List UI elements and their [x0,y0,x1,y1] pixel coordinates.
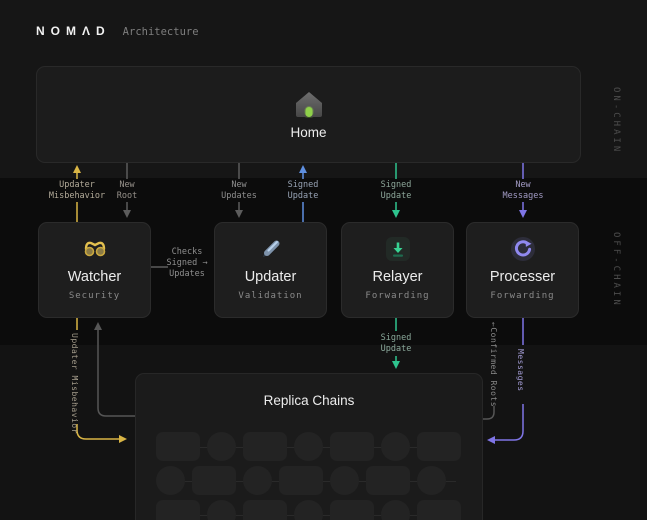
chain-node-square [366,466,410,495]
processer-subtitle: Forwarding [490,291,555,301]
label-checks-signed-updates: Checks Signed → Updates [166,247,208,279]
label-messages-vertical: Messages [516,349,525,392]
replica-row [156,466,462,495]
processer-box: Processer Forwarding [466,222,579,318]
replica-chains-title: Replica Chains [263,393,355,408]
chain-node-circle [381,500,410,520]
chain-node-square [243,432,287,461]
chain-node-square [156,432,200,461]
watcher-subtitle: Security [68,291,121,301]
updater-box: Updater Validation [214,222,327,318]
download-icon [385,237,410,261]
chain-node-circle [330,466,359,495]
label-signed-update-up: Signed Update [287,180,319,201]
chain-node-circle [381,432,410,461]
home-title: Home [290,125,327,140]
on-chain-rail-label: ON-CHAIN [611,87,621,155]
chain-node-circle [207,432,236,461]
label-new-root: New Root [116,180,138,201]
processer-title: Processer [489,269,556,285]
relayer-box: Relayer Forwarding [341,222,454,318]
chain-node-square [279,466,323,495]
brand-logo: NOMΛD [36,24,111,38]
chain-node-square [156,500,200,520]
line-confirmed-roots [483,406,495,420]
updater-subtitle: Validation [238,291,303,301]
chain-node-square [192,466,236,495]
refresh-icon [510,237,535,261]
relayer-subtitle: Forwarding [365,291,430,301]
chain-node-circle [207,500,236,520]
label-signed-update-down: Signed Update [380,180,412,201]
replica-chains-box: Replica Chains [135,373,483,520]
label-new-updates: New Updates [221,180,257,201]
label-confirmed-roots-vertical: ←Confirmed Roots [489,322,498,408]
label-new-messages: New Messages [502,180,544,201]
watcher-title: Watcher [67,269,122,285]
chain-node-circle [294,432,323,461]
chain-node-circle [243,466,272,495]
pen-icon [262,240,279,257]
chain-node-circle [294,500,323,520]
page-title: Architecture [122,26,199,38]
replica-row [156,500,462,520]
replica-grid [156,432,462,520]
chain-node-circle [156,466,185,495]
replica-row [156,432,462,461]
updater-title: Updater [244,269,297,285]
off-chain-rail-label: OFF-CHAIN [611,232,621,308]
header: NOMΛD Architecture [36,24,199,38]
home-icon [295,92,322,118]
chain-node-square [417,432,461,461]
glasses-icon [84,241,105,257]
nomad-architecture-page: NOMΛD Architecture ON-CHAIN OFF-CHAIN Ho… [0,0,647,520]
arrow-replica-to-watcher [94,322,135,417]
chain-node-square [243,500,287,520]
chain-node-square [330,500,374,520]
watcher-box: Watcher Security [38,222,151,318]
chain-node-circle [417,466,446,495]
label-updater-misbehavior: Updater Misbehavior [48,180,106,201]
chain-node-square [417,500,461,520]
label-updater-misbehavior-vertical: Updater Misbehavior [70,333,79,435]
arrow-updater-misbehavior-to-replica [76,318,127,443]
label-signed-update-bottom: Signed Update [380,333,412,354]
home-box: Home [36,66,581,163]
relayer-title: Relayer [372,269,423,285]
chain-node-square [330,432,374,461]
